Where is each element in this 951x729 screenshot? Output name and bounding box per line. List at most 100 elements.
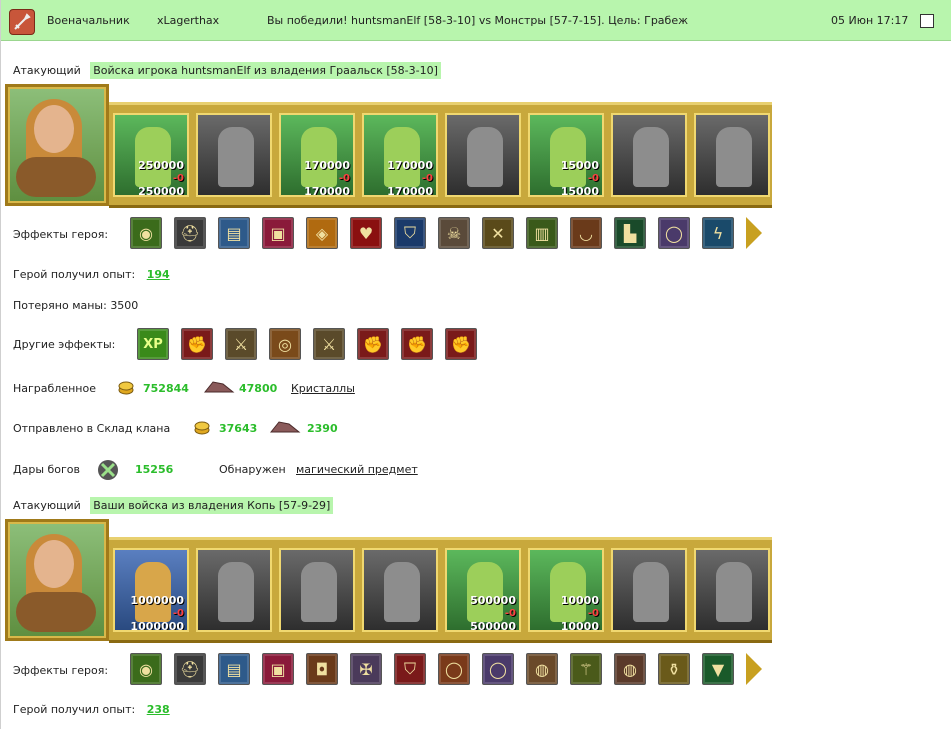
unit-count: 10000: [560, 594, 599, 607]
select-checkbox[interactable]: [920, 14, 934, 28]
coins-icon[interactable]: ◎: [269, 328, 301, 360]
found-label: Обнаружен: [219, 463, 286, 476]
unit-slot[interactable]: 170000 -0 170000: [279, 113, 355, 197]
crystals-link[interactable]: Кристаллы: [291, 382, 355, 395]
unit-remaining: 500000: [470, 620, 516, 632]
unit-slot[interactable]: 250000 -0 250000: [113, 113, 189, 197]
round-shield-icon[interactable]: ◍: [614, 653, 646, 685]
shield-icon[interactable]: ⛉: [394, 217, 426, 249]
unit-figure: [633, 127, 669, 187]
lightning-icon[interactable]: ϟ: [702, 217, 734, 249]
unit-slot[interactable]: 1000000 -0 1000000: [113, 548, 189, 632]
gold-seed-icon[interactable]: ◉: [130, 653, 162, 685]
unit-figure: [716, 127, 752, 187]
sword-fist-icon[interactable]: ✊: [445, 328, 477, 360]
unit-lost: -0: [338, 173, 350, 184]
shield-crest-icon[interactable]: ⛉: [394, 653, 426, 685]
chest-icon[interactable]: ▣: [262, 217, 294, 249]
other-effects-label: Другие эффекты:: [13, 338, 116, 351]
unit-lost: -0: [504, 608, 516, 619]
unit-slot[interactable]: [694, 548, 770, 632]
knight-helmet-icon[interactable]: ⛑: [174, 653, 206, 685]
chest-icon[interactable]: ▣: [262, 653, 294, 685]
unit-remaining: 170000: [304, 185, 350, 197]
boots-icon[interactable]: ▙: [614, 217, 646, 249]
gods-label: Дары богов: [13, 463, 81, 476]
scroll-right-arrow-icon[interactable]: [746, 217, 762, 249]
unit-slot[interactable]: [445, 113, 521, 197]
unit-slot[interactable]: 170000 -0 170000: [362, 113, 438, 197]
player-name[interactable]: xLagerthax: [157, 14, 219, 27]
hero-portrait[interactable]: [5, 84, 109, 206]
gods-value: 15256: [135, 463, 174, 476]
loot-label: Награбленное: [13, 382, 96, 395]
sword-icon[interactable]: ⚔: [225, 328, 257, 360]
clan-ore: 2390: [307, 422, 338, 435]
heart-icon[interactable]: ♥: [350, 217, 382, 249]
scroll-icon[interactable]: ▤: [218, 217, 250, 249]
unit-count: 170000: [304, 159, 350, 172]
unit-slot[interactable]: [279, 548, 355, 632]
unit-slot[interactable]: [196, 548, 272, 632]
unit-remaining: 15000: [560, 185, 599, 197]
exp-value[interactable]: 238: [147, 703, 170, 716]
clan-gold: 37643: [219, 422, 258, 435]
cross-icon[interactable]: ✠: [350, 653, 382, 685]
staff-icon[interactable]: ⚚: [570, 653, 602, 685]
ring-icon[interactable]: ◯: [482, 653, 514, 685]
battle-datetime: 05 Июн 17:17: [831, 14, 909, 27]
magic-item-link[interactable]: магический предмет: [296, 463, 418, 476]
unit-figure: [301, 562, 337, 622]
battle-result: Вы победили! huntsmanElf [58-3-10] vs Мо…: [267, 14, 689, 27]
armor-icon[interactable]: ▥: [526, 217, 558, 249]
skull-icon[interactable]: ☠: [438, 217, 470, 249]
unit-slot[interactable]: [694, 113, 770, 197]
unit-figure: [218, 562, 254, 622]
unit-count: 15000: [560, 159, 599, 172]
helmet-icon[interactable]: ◘: [306, 653, 338, 685]
sword-fist-icon[interactable]: ✊: [357, 328, 389, 360]
exp-value[interactable]: 194: [147, 268, 170, 281]
unit-slot[interactable]: [611, 113, 687, 197]
potion-icon[interactable]: ⚱: [658, 653, 690, 685]
unit-remaining: 250000: [138, 185, 184, 197]
hero-portrait[interactable]: [5, 519, 109, 641]
unit-slot[interactable]: [196, 113, 272, 197]
belt-icon[interactable]: ◯: [438, 653, 470, 685]
attacker-row-1: Атакующий Войска игрока huntsmanElf из в…: [13, 62, 441, 79]
exp-label: Герой получил опыт:: [13, 703, 136, 716]
sword-fist-icon[interactable]: ✊: [181, 328, 213, 360]
xp-icon[interactable]: XP: [137, 328, 169, 360]
sword-fist-icon[interactable]: ✊: [401, 328, 433, 360]
unit-slot[interactable]: 10000 -0 10000: [528, 548, 604, 632]
ring-icon[interactable]: ◯: [658, 217, 690, 249]
scroll-right-arrow-icon[interactable]: [746, 653, 762, 685]
horn-icon[interactable]: ◡: [570, 217, 602, 249]
unit-count: 170000: [387, 159, 433, 172]
attacker-value: Ваши войска из владения Копь [57-9-29]: [90, 497, 334, 514]
treasure-icon[interactable]: ◈: [306, 217, 338, 249]
sword-icon[interactable]: ⚔: [313, 328, 345, 360]
unit-slot[interactable]: [611, 548, 687, 632]
exp-row-2: Герой получил опыт: 238: [13, 703, 170, 716]
gold-seed-icon[interactable]: ◉: [130, 217, 162, 249]
knight-helmet-icon[interactable]: ⛑: [174, 217, 206, 249]
cloak-icon[interactable]: ▼: [702, 653, 734, 685]
mana-lost: Потеряно маны: 3500: [13, 299, 139, 312]
unit-lost: -0: [587, 173, 599, 184]
loot-ore: 47800: [239, 382, 278, 395]
crossed-swords-icon[interactable]: ✕: [482, 217, 514, 249]
sword-logo-icon[interactable]: [9, 9, 35, 35]
unit-slot[interactable]: 15000 -0 15000: [528, 113, 604, 197]
unit-lost: -0: [172, 173, 184, 184]
scroll-icon[interactable]: ▤: [218, 653, 250, 685]
hero-effects-label-2: Эффекты героя:: [13, 664, 109, 677]
attacker-label: Атакующий: [13, 64, 81, 77]
pouch-icon[interactable]: ◍: [526, 653, 558, 685]
unit-slot[interactable]: 500000 -0 500000: [445, 548, 521, 632]
attacker-label: Атакующий: [13, 499, 81, 512]
army-strip-1: 250000 -0 250000 170000 -0 170000 170000 -0 1700…: [109, 102, 772, 208]
unit-count: 250000: [138, 159, 184, 172]
unit-slot[interactable]: [362, 548, 438, 632]
army-strip-2: 1000000 -0 1000000 500000 -0 500000 10000 -0 100…: [109, 537, 772, 643]
